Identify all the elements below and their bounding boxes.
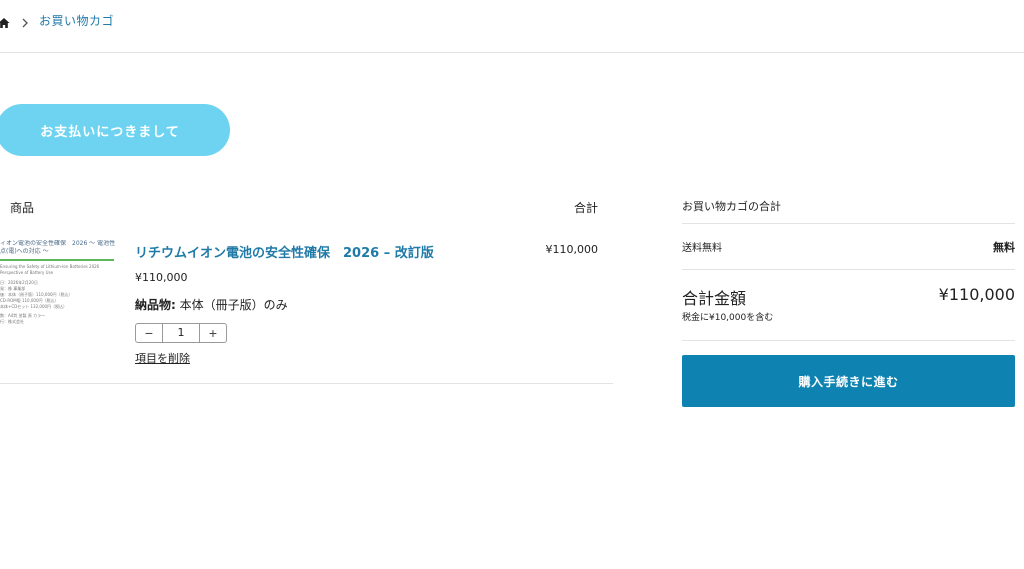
product-delivery: 納品物: 本体（冊子版）のみ (135, 296, 288, 313)
product-price: ¥110,000 (135, 271, 188, 284)
breadcrumb: お買い物カゴ (0, 12, 114, 28)
payment-info-button[interactable]: お支払いにつきまして (0, 104, 230, 156)
quantity-increase-button[interactable]: + (200, 324, 226, 342)
shipping-value: 無料 (993, 241, 1015, 254)
header-divider (0, 52, 1024, 53)
product-thumbnail[interactable]: ィオン電池の安全性確保 2026 〜 電池性 点(電)への対応 〜 Ensuri… (0, 240, 116, 340)
thumbnail-line: 行：株式会社 (0, 319, 24, 324)
checkout-button[interactable]: 購入手続きに進む (682, 355, 1015, 407)
quantity-stepper: − 1 + (135, 323, 227, 343)
delivery-label: 納品物: (135, 298, 176, 312)
summary-divider (682, 223, 1015, 224)
quantity-decrease-button[interactable]: − (136, 324, 162, 342)
thumbnail-divider (0, 259, 114, 261)
summary-title: お買い物カゴの合計 (682, 200, 781, 213)
breadcrumb-current[interactable]: お買い物カゴ (39, 12, 114, 29)
row-total: ¥110,000 (545, 243, 599, 256)
chevron-right-icon (20, 14, 30, 28)
product-name-link[interactable]: リチウムイオン電池の安全性確保 2026 – 改訂版 (135, 242, 434, 261)
delivery-value: 本体（冊子版）のみ (179, 298, 288, 312)
column-header-total: 合計 (573, 201, 598, 215)
summary-divider (682, 340, 1015, 341)
home-icon[interactable] (0, 14, 10, 28)
remove-item-link[interactable]: 項目を削除 (135, 350, 190, 366)
thumbnail-title: ィオン電池の安全性確保 2026 〜 電池性 (0, 240, 116, 247)
thumbnail-subtitle: 点(電)への対応 〜 (0, 248, 49, 255)
shipping-label: 送料無料 (682, 243, 722, 254)
total-label: 合計金額 (682, 289, 747, 308)
quantity-input[interactable]: 1 (162, 324, 200, 342)
total-value: ¥110,000 (938, 285, 1015, 304)
column-header-product: 商品 (10, 201, 35, 215)
summary-divider (682, 269, 1015, 270)
tax-note: 税金に¥10,000を含む (682, 313, 774, 323)
cart-divider (0, 383, 613, 384)
